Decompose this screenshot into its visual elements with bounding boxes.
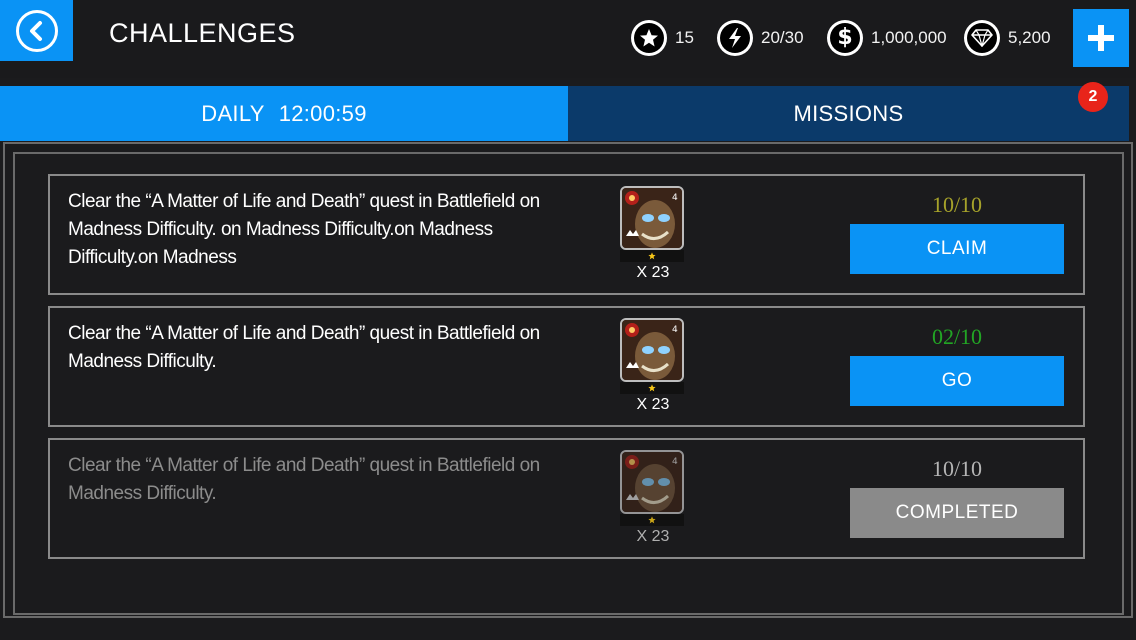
challenge-progress: 02/10 [931, 324, 983, 349]
challenge-description: Clear the “A Matter of Life and Death” q… [68, 455, 540, 504]
reward-star-bar [620, 382, 684, 394]
tab-bar: DAILY 12:00:59 MISSIONS [0, 86, 1136, 141]
star-icon [648, 384, 656, 392]
challenge-progress: 10/10 [931, 456, 983, 481]
challenge-card: Clear the “A Matter of Life and Death” q… [48, 306, 1085, 427]
claim-button[interactable]: CLAIM [850, 224, 1064, 274]
reward-star-bar [620, 514, 684, 526]
challenge-card: Clear the “A Matter of Life and Death” q… [48, 174, 1085, 295]
star-icon [648, 252, 656, 260]
coins-value: 1,000,000 [871, 28, 947, 47]
tab-daily-label: DAILY [201, 100, 265, 126]
back-button[interactable] [0, 0, 73, 61]
challenge-reward: 4 X 23 [618, 186, 684, 286]
currency-coins: $ 1,000,000 [827, 19, 947, 57]
daily-timer: 12:00:59 [278, 100, 367, 126]
star-icon [648, 516, 656, 524]
svg-text:4: 4 [672, 193, 678, 203]
reward-quantity: X 23 [636, 396, 670, 413]
star-icon [631, 20, 667, 56]
gems-value: 5,200 [1008, 28, 1051, 47]
currency-stars: 15 [631, 19, 694, 57]
svg-text:4: 4 [672, 457, 678, 467]
diamond-icon [964, 20, 1000, 56]
character-portrait-icon: 4 [620, 318, 684, 382]
go-button[interactable]: GO [850, 356, 1064, 406]
add-currency-button[interactable] [1073, 9, 1129, 67]
tab-missions-label: MISSIONS [793, 100, 904, 126]
top-bar: CHALLENGES 15 20/30 $ 1,000,000 5,200 [0, 0, 1136, 78]
completed-button: COMPLETED [850, 488, 1064, 538]
energy-value: 20/30 [761, 28, 804, 47]
character-portrait-icon: 4 [620, 186, 684, 250]
challenge-reward: 4 X 23 [618, 450, 684, 550]
missions-notification-badge: 2 [1078, 82, 1108, 112]
page-title: CHALLENGES [109, 18, 296, 48]
currency-energy: 20/30 [717, 19, 804, 57]
reward-star-bar [620, 250, 684, 262]
back-icon [15, 9, 58, 52]
stars-value: 15 [675, 28, 694, 47]
dollar-icon: $ [827, 20, 863, 56]
tab-daily[interactable]: DAILY 12:00:59 [0, 86, 568, 141]
currency-gems: 5,200 [964, 19, 1051, 57]
lightning-icon [717, 20, 753, 56]
svg-text:4: 4 [672, 325, 678, 335]
character-portrait-icon: 4 [620, 450, 684, 514]
tab-missions[interactable]: MISSIONS [568, 86, 1129, 141]
plus-icon [1088, 25, 1114, 51]
challenge-reward: 4 X 23 [618, 318, 684, 418]
reward-quantity: X 23 [636, 528, 670, 545]
reward-quantity: X 23 [636, 264, 670, 281]
challenge-description: Clear the “A Matter of Life and Death” q… [68, 323, 540, 372]
challenge-description: Clear the “A Matter of Life and Death” q… [68, 191, 540, 268]
challenge-progress: 10/10 [931, 192, 983, 217]
challenge-card: Clear the “A Matter of Life and Death” q… [48, 438, 1085, 559]
